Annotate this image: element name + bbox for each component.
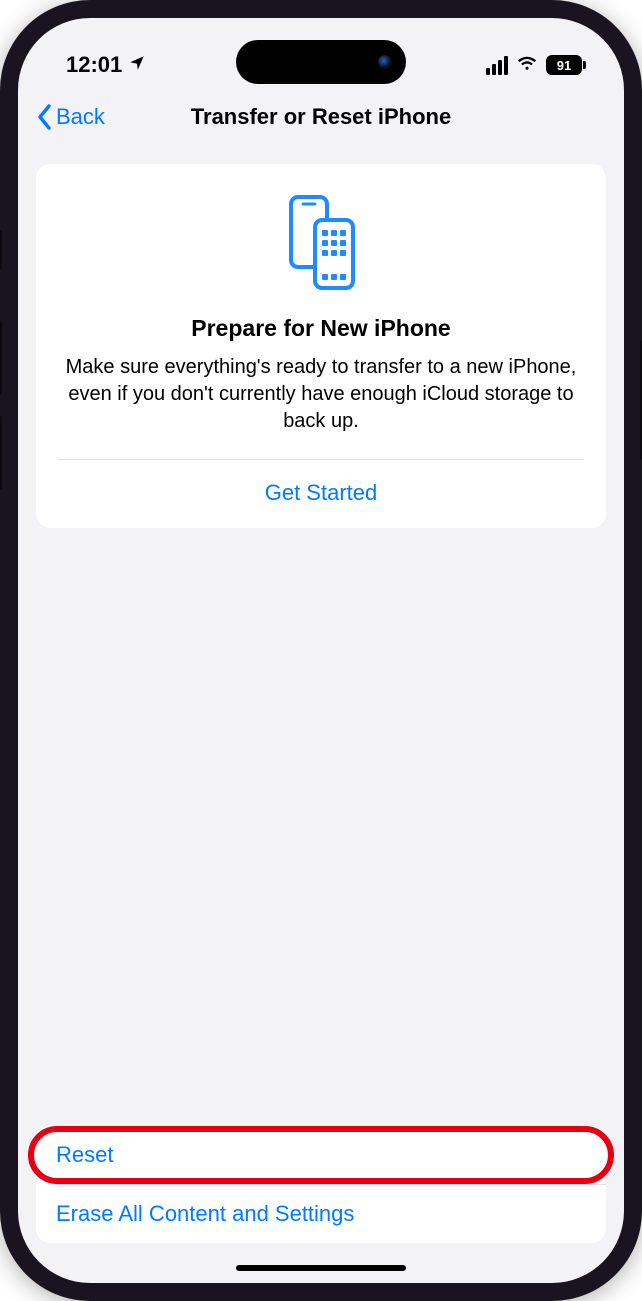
status-left: 12:01 — [66, 52, 146, 78]
dynamic-island — [236, 40, 406, 84]
iphone-device-frame: 12:01 91 — [0, 0, 642, 1301]
back-label: Back — [56, 104, 105, 130]
battery-percent: 91 — [557, 58, 571, 73]
content-area: Prepare for New iPhone Make sure everyth… — [18, 146, 624, 1126]
get-started-button[interactable]: Get Started — [58, 460, 584, 528]
home-indicator[interactable] — [236, 1265, 406, 1271]
battery-icon: 91 — [546, 55, 586, 75]
reset-button[interactable]: Reset — [36, 1126, 606, 1184]
back-button[interactable]: Back — [36, 103, 105, 131]
wifi-icon — [516, 51, 538, 79]
navigation-bar: Back Transfer or Reset iPhone — [18, 88, 624, 146]
screen: 12:01 91 — [18, 18, 624, 1283]
prepare-card-title: Prepare for New iPhone — [191, 315, 450, 342]
volume-up-button — [0, 320, 2, 395]
status-time: 12:01 — [66, 52, 122, 78]
prepare-card-description: Make sure everything's ready to transfer… — [58, 354, 584, 435]
transfer-devices-icon — [281, 192, 361, 297]
cellular-signal-icon — [486, 56, 508, 75]
bottom-actions-group: Reset Erase All Content and Settings — [36, 1126, 606, 1243]
erase-all-button[interactable]: Erase All Content and Settings — [36, 1185, 606, 1243]
location-icon — [128, 52, 146, 78]
side-button — [0, 230, 2, 270]
page-title: Transfer or Reset iPhone — [191, 104, 451, 130]
prepare-card: Prepare for New iPhone Make sure everyth… — [36, 164, 606, 528]
status-right: 91 — [486, 51, 586, 79]
volume-down-button — [0, 415, 2, 490]
spacer — [36, 528, 606, 1126]
front-camera-icon — [378, 55, 392, 69]
